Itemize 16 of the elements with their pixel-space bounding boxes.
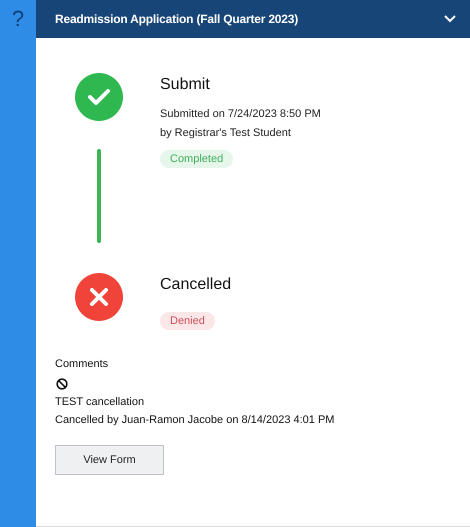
step-title: Cancelled — [160, 276, 232, 294]
cross-icon — [75, 273, 123, 321]
step-title: Submit — [160, 76, 210, 94]
step-detail: Submitted on 7/24/2023 8:50 PM — [160, 107, 321, 122]
view-form-button[interactable]: View Form — [55, 445, 164, 475]
status-badge: Denied — [160, 312, 215, 330]
chevron-icon[interactable] — [444, 15, 456, 23]
comment-byline: Cancelled by Juan-Ramon Jacobe on 8/14/2023 4:01 PM — [55, 414, 334, 426]
panel-title: Readmission Application (Fall Quarter 2023) — [55, 12, 298, 26]
comments-heading: Comments — [55, 358, 108, 370]
prohibited-icon — [56, 378, 68, 390]
check-icon — [75, 73, 123, 121]
comment-text: TEST cancellation — [55, 396, 144, 408]
header-bar[interactable]: Readmission Application (Fall Quarter 2023) — [36, 0, 470, 38]
status-badge: Completed — [160, 150, 234, 168]
step-detail: by Registrar's Test Student — [160, 126, 291, 141]
